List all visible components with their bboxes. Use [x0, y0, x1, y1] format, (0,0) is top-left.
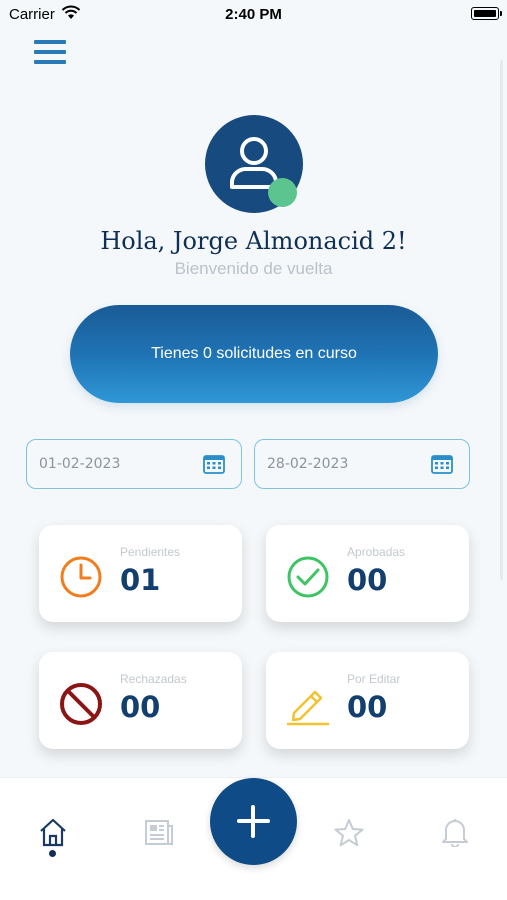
requests-in-progress-banner[interactable]: Tienes 0 solicitudes en curso	[70, 305, 438, 403]
add-request-button[interactable]	[210, 778, 297, 865]
online-status-indicator	[268, 178, 297, 207]
status-time: 2:40 PM	[225, 6, 282, 23]
hamburger-menu-button[interactable]	[34, 40, 66, 64]
check-circle-icon	[286, 555, 330, 603]
nav-home[interactable]	[38, 817, 68, 851]
to-edit-label: Por Editar	[347, 672, 401, 686]
approved-count: 00	[347, 563, 388, 597]
rejected-label: Rechazadas	[120, 672, 187, 686]
plus-icon	[251, 805, 255, 838]
rejected-requests-card[interactable]: Rechazadas 00	[39, 652, 242, 749]
greeting-title: Hola, Jorge Almonacid 2!	[100, 227, 407, 255]
prohibited-icon	[59, 682, 103, 730]
to-edit-requests-card[interactable]: Por Editar 00	[266, 652, 469, 749]
nav-favorites[interactable]	[333, 817, 365, 853]
pencil-icon	[286, 682, 330, 730]
battery-icon	[471, 7, 502, 20]
active-tab-indicator	[49, 850, 56, 857]
start-date-field[interactable]: 01-02-2023	[26, 439, 242, 489]
menu-line	[34, 40, 66, 44]
bell-icon	[442, 819, 468, 848]
calendar-icon[interactable]	[203, 454, 225, 478]
nav-news[interactable]	[144, 817, 174, 851]
rejected-count: 00	[120, 690, 161, 724]
end-date-value: 28-02-2023	[267, 456, 349, 472]
start-date-value: 01-02-2023	[39, 456, 121, 472]
pending-count: 01	[120, 563, 161, 597]
approved-label: Aprobadas	[347, 545, 406, 559]
end-date-field[interactable]: 28-02-2023	[254, 439, 470, 489]
menu-line	[34, 50, 66, 54]
pending-label: Pendientes	[120, 545, 181, 559]
nav-notifications[interactable]	[442, 817, 468, 851]
clock-icon	[59, 555, 103, 603]
star-icon	[334, 819, 364, 847]
scrollbar[interactable]	[500, 60, 503, 580]
requests-banner-text: Tienes 0 solicitudes en curso	[151, 345, 357, 362]
calendar-icon[interactable]	[431, 454, 453, 478]
to-edit-count: 00	[347, 690, 388, 724]
menu-line	[34, 60, 66, 64]
status-bar: Carrier 2:40 PM	[0, 0, 507, 28]
home-icon	[40, 818, 66, 847]
approved-requests-card[interactable]: Aprobadas 00	[266, 525, 469, 622]
newspaper-icon	[145, 820, 173, 845]
pending-requests-card[interactable]: Pendientes 01	[39, 525, 242, 622]
welcome-subtitle: Bienvenido de vuelta	[174, 259, 333, 278]
